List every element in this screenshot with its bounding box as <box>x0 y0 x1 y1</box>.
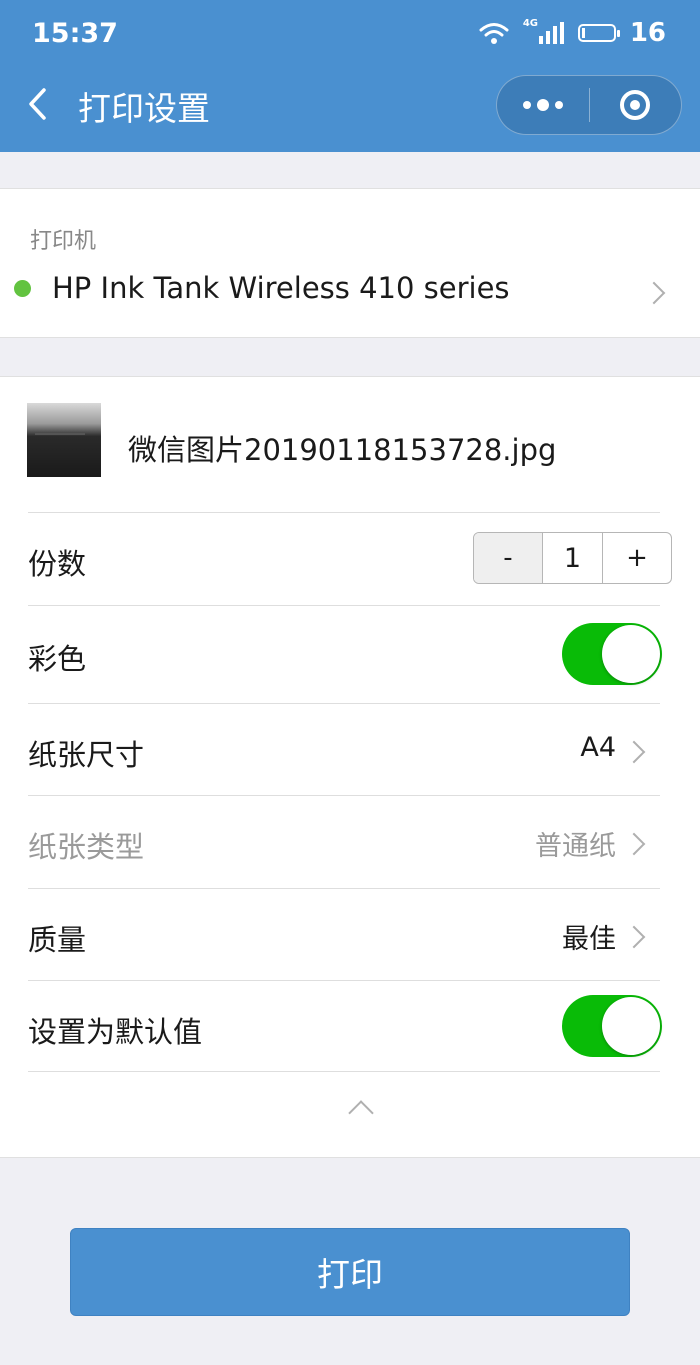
increment-button[interactable]: + <box>603 533 671 583</box>
back-icon[interactable] <box>24 84 54 124</box>
print-button[interactable]: 打印 <box>70 1228 630 1316</box>
paper-size-value: A4 <box>580 732 616 763</box>
copies-value[interactable]: 1 <box>542 533 603 583</box>
copies-stepper: - 1 + <box>473 532 672 584</box>
printer-status-dot <box>14 280 31 297</box>
top-bar: 15:37 4G 16 打印设置 <box>0 0 700 152</box>
paper-type-value: 普通纸 <box>535 831 616 862</box>
quality-value: 最佳 <box>562 924 616 955</box>
print-settings-card: 微信图片20190118153728.jpg 份数 - 1 + 彩色 纸张尺寸 … <box>0 376 700 1158</box>
copies-label: 份数 <box>28 547 87 581</box>
printer-label: 打印机 <box>30 229 97 254</box>
paper-type-row[interactable]: 纸张类型 普通纸 <box>28 795 660 888</box>
printer-selector[interactable]: 打印机 HP Ink Tank Wireless 410 series <box>0 188 700 338</box>
file-name: 微信图片20190118153728.jpg <box>128 433 557 467</box>
battery-level: 16 <box>629 18 666 48</box>
chevron-right-icon <box>622 740 646 764</box>
paper-type-label: 纸张类型 <box>28 830 145 864</box>
color-toggle[interactable] <box>562 623 662 685</box>
signal-icon: 4G <box>523 18 564 44</box>
quality-row[interactable]: 质量 最佳 <box>28 888 660 980</box>
set-default-toggle[interactable] <box>562 995 662 1057</box>
set-default-label: 设置为默认值 <box>28 1015 203 1049</box>
decrement-button[interactable]: - <box>474 533 542 583</box>
battery-icon <box>577 24 620 42</box>
network-type: 4G <box>522 18 538 29</box>
more-button[interactable] <box>497 76 589 134</box>
printer-name: HP Ink Tank Wireless 410 series <box>52 271 510 305</box>
file-thumbnail <box>27 403 101 477</box>
more-icon <box>522 99 563 111</box>
close-miniprogram-button[interactable] <box>590 76 682 134</box>
chevron-right-icon <box>622 832 646 856</box>
status-time: 15:37 <box>32 18 118 49</box>
wifi-icon <box>479 23 509 44</box>
target-icon <box>620 90 651 120</box>
paper-size-row[interactable]: 纸张尺寸 A4 <box>28 703 660 795</box>
status-icons: 4G 16 <box>479 18 666 48</box>
quality-label: 质量 <box>28 923 87 957</box>
paper-size-label: 纸张尺寸 <box>28 738 145 772</box>
chevron-up-icon[interactable] <box>348 1100 374 1126</box>
color-label: 彩色 <box>28 642 87 676</box>
miniprogram-capsule <box>496 75 682 135</box>
chevron-right-icon <box>622 925 646 949</box>
page-title: 打印设置 <box>78 89 210 128</box>
